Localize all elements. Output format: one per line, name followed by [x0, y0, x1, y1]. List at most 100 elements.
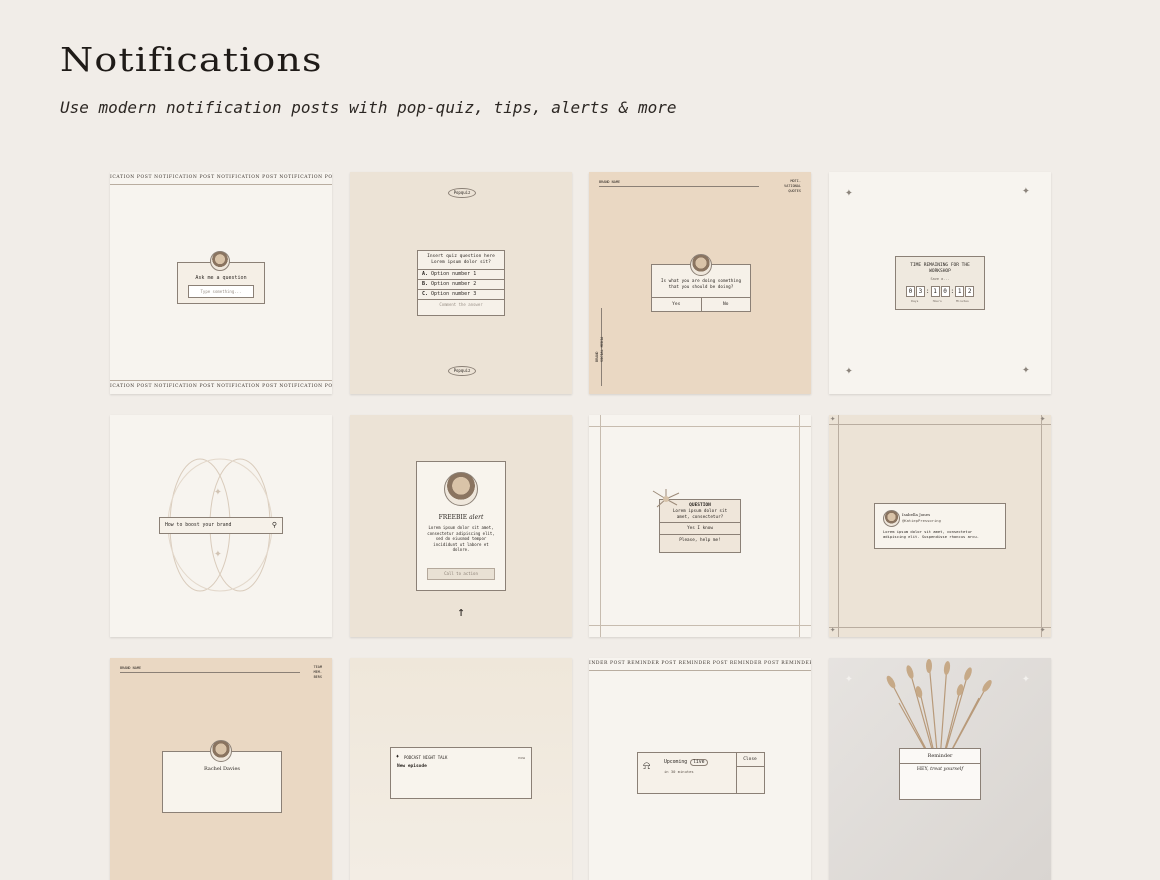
- reminder-title: Reminder: [927, 753, 953, 759]
- search-icon[interactable]: ⚲: [272, 518, 277, 533]
- sparkle-icon: ✦: [1040, 415, 1046, 424]
- template-upcoming-live[interactable]: INDER POST REMINDER POST REMINDER POST R…: [589, 658, 811, 880]
- card-question: Is what you are doing something that you…: [660, 279, 742, 290]
- sparkle-icon: ✦: [1022, 183, 1030, 198]
- template-ask-question[interactable]: ICATION POST NOTIFICATION POST NOTIFICAT…: [110, 172, 332, 394]
- quiz-card: Insert quiz question here Lorem ipsum do…: [417, 250, 505, 316]
- template-motivational[interactable]: BRAND NAME MOTI- VATIONAL QUOTES Is what…: [589, 172, 811, 394]
- template-search[interactable]: ✦ ✦ How to boost your brand ⚲: [110, 415, 332, 637]
- quiz-option[interactable]: B. Option number 2: [418, 279, 504, 289]
- frame-line: [1041, 415, 1042, 637]
- template-podcast[interactable]: ♦ PODCAST NIGHT TALK now New episode: [350, 658, 572, 880]
- divider: [900, 763, 980, 764]
- template-freebie[interactable]: FREEBIE alert Lorem ipsum dolor sit amet…: [350, 415, 572, 637]
- frame-line: [600, 415, 601, 637]
- live-card: ⍾ Upcoming live in 30 minutes Close: [637, 752, 765, 794]
- podcast-title: New episode: [397, 764, 427, 769]
- template-reminder[interactable]: ✦ ✦ Reminder HEY, treat yourself: [829, 658, 1051, 880]
- arrow-up-icon: ↑: [457, 605, 465, 620]
- avatar: [210, 740, 232, 762]
- divider: [120, 672, 300, 673]
- timer-title: TIME REMAINING FOR THE WORKSHOP: [910, 263, 970, 274]
- close-button[interactable]: Close: [736, 757, 764, 762]
- live-badge: live: [690, 759, 708, 766]
- avatar: [444, 472, 478, 506]
- answer-option[interactable]: Yes I know: [660, 522, 740, 534]
- reminder-strip-top: INDER POST REMINDER POST REMINDER POST R…: [589, 661, 811, 666]
- podcast-show: PODCAST NIGHT TALK: [404, 755, 448, 760]
- template-pop-quiz[interactable]: Popquiz Insert quiz question here Lorem …: [350, 172, 572, 394]
- template-tweet[interactable]: ✦ ✦ ✦ ✦ Isabella Jones @KatiepPressoring…: [829, 415, 1051, 637]
- frame-line: [838, 415, 839, 637]
- quiz-option[interactable]: C. Option number 3: [418, 289, 504, 299]
- question-input[interactable]: Type something...: [188, 285, 254, 298]
- template-profile[interactable]: BRAND NAME TEAM MEM- BERS Rachel Davies: [110, 658, 332, 880]
- avatar: [210, 251, 230, 271]
- popquiz-badge-bottom: Popquiz: [448, 366, 476, 376]
- page-title: Notifications: [60, 40, 323, 79]
- timer-separator: :: [925, 288, 930, 295]
- tweet-card: Isabella Jones @KatiepPressoring Lorem i…: [874, 503, 1006, 549]
- sparkle-icon: ✦: [845, 185, 853, 200]
- popquiz-badge-top: Popquiz: [448, 188, 476, 198]
- flower-icon: [652, 489, 680, 508]
- sparkle-icon: ✦: [830, 415, 836, 424]
- divider: [599, 186, 759, 187]
- divider: [589, 670, 811, 671]
- reminder-body-accent: treat yourself: [930, 767, 964, 772]
- freebie-body: Lorem ipsum dolor sit amet, consectetur …: [427, 525, 495, 552]
- option-letter: C.: [422, 291, 429, 297]
- template-countdown[interactable]: ✦ ✦ ✦ ✦ TIME REMAINING FOR THE WORKSHOP …: [829, 172, 1051, 394]
- reminder-body: HEY,: [916, 767, 929, 772]
- tweet-handle: @KatiepPressoring: [902, 518, 941, 523]
- podcast-time: now: [518, 755, 525, 760]
- brand-name: BRAND NAME: [120, 666, 142, 670]
- timer-digit: 2: [965, 286, 975, 297]
- timer-digit: 0: [940, 286, 950, 297]
- quiz-option[interactable]: A. Option number 1: [418, 269, 504, 279]
- frame-line: [799, 415, 800, 637]
- freebie-heading-accent: alert: [469, 514, 484, 521]
- template-question[interactable]: QUESTION Lorem ipsum dolor sit amet, con…: [589, 415, 811, 637]
- notification-strip-top: ICATION POST NOTIFICATION POST NOTIFICAT…: [110, 175, 332, 180]
- search-query: How to boost your brand: [165, 523, 232, 528]
- bell-icon: ⍾: [643, 759, 651, 772]
- option-letter: A.: [422, 271, 429, 277]
- avatar: [690, 254, 712, 276]
- sparkle-icon: ✦: [830, 625, 836, 635]
- notification-strip-bottom: ICATION POST NOTIFICATION POST NOTIFICAT…: [110, 384, 332, 389]
- timer-digit: 1: [955, 286, 965, 297]
- reminder-card: Reminder HEY, treat yourself: [899, 748, 981, 800]
- frame-line: [829, 627, 1051, 628]
- timer-separator: :: [950, 288, 955, 295]
- no-button[interactable]: No: [702, 298, 751, 311]
- timer-digit: 3: [915, 286, 925, 297]
- option-text: Option number 1: [431, 271, 477, 277]
- page-subtitle: Use modern notification posts with pop-q…: [60, 98, 677, 117]
- sparkle-icon: ✦: [1022, 362, 1030, 377]
- timer-unit: Days: [911, 299, 919, 303]
- option-text: Option number 2: [431, 281, 477, 287]
- option-letter: B.: [422, 281, 429, 287]
- timer-unit: Minutes: [956, 299, 969, 303]
- timer-card: TIME REMAINING FOR THE WORKSHOP Save a..…: [895, 256, 985, 310]
- option-text: Option number 3: [431, 291, 477, 297]
- yes-button[interactable]: Yes: [652, 298, 702, 311]
- answer-option[interactable]: Please, help me!: [660, 534, 740, 546]
- search-bar[interactable]: How to boost your brand ⚲: [159, 517, 283, 534]
- live-time: in 30 minutes: [664, 769, 694, 774]
- timer-digit: 1: [930, 286, 940, 297]
- timer-unit: Hours: [932, 299, 942, 303]
- category-label: TEAM MEM- BERS: [313, 665, 322, 679]
- frame-line: [589, 625, 811, 626]
- timer-digit: 0: [905, 286, 915, 297]
- sparkle-icon: ✦: [214, 484, 222, 499]
- cta-button[interactable]: Call to action: [427, 568, 495, 580]
- sparkle-icon: ✦: [845, 363, 853, 378]
- timer-subtitle: Save a...: [930, 277, 950, 281]
- divider: [736, 766, 764, 767]
- frame-line: [589, 426, 811, 427]
- brand-name: BRAND NAME: [599, 180, 621, 184]
- live-label: Upcoming: [664, 760, 688, 765]
- frame-line: [829, 424, 1051, 425]
